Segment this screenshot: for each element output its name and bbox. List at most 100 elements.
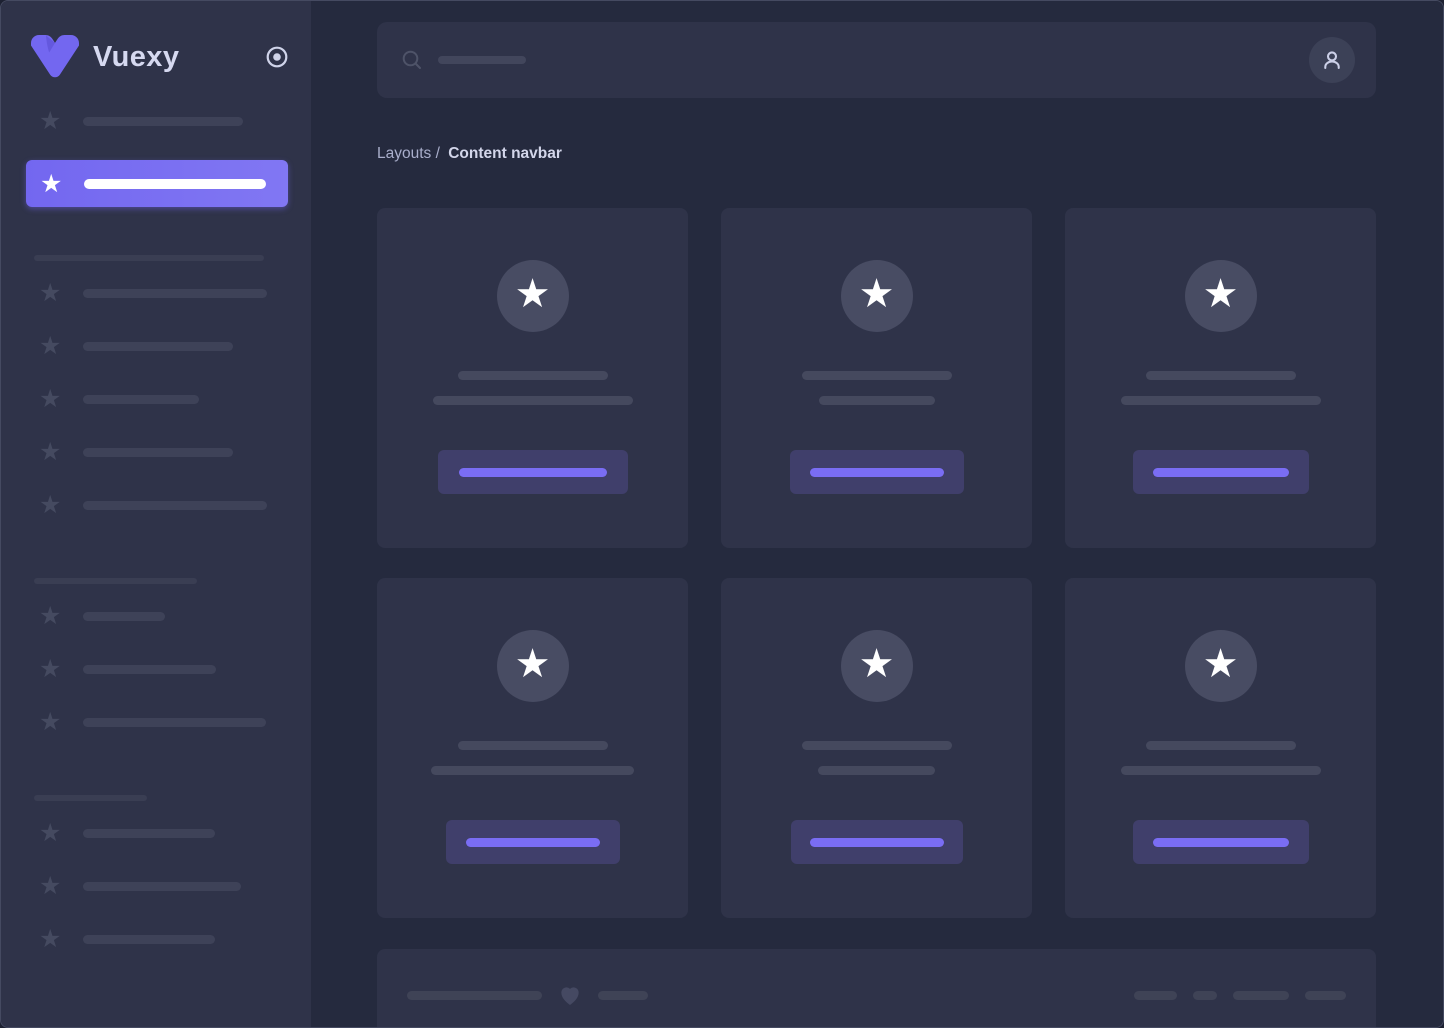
heart-icon [557,982,583,1008]
star-icon: ★ [39,709,67,735]
card-button-label-skeleton [459,468,607,477]
top-navbar [377,22,1376,98]
star-icon: ★ [39,333,67,359]
card-title-skeleton [802,371,952,380]
footer-text-skeleton [598,991,648,1000]
user-avatar-button[interactable] [1309,37,1355,83]
card-button[interactable] [790,450,964,494]
demo-card: ★ [1065,578,1376,918]
star-icon: ★ [39,108,67,134]
sidebar-item[interactable]: ★ [39,708,287,736]
star-icon: ★ [40,171,68,197]
footer-text-skeleton [407,991,542,1000]
star-icon: ★ [859,644,895,684]
demo-card: ★ [377,208,688,548]
demo-card: ★ [721,578,1032,918]
app-viewport: Vuexy ★ ★ ★ ★ ★ [0,0,1444,1028]
breadcrumb-page: Content navbar [448,145,562,162]
brand-title: Vuexy [93,41,179,74]
card-subtitle-skeleton [433,396,633,405]
sidebar-section: ★ ★ ★ [1,578,311,736]
card-avatar-circle: ★ [497,260,569,332]
star-icon: ★ [515,644,551,684]
card-subtitle-skeleton [1121,396,1321,405]
footer-link-skeleton[interactable] [1193,991,1217,1000]
sidebar-section: ★ ★ ★ ★ ★ [1,255,311,519]
person-icon [1319,47,1345,73]
sidebar-item[interactable]: ★ [39,602,287,630]
card-button[interactable] [446,820,620,864]
footer-link-skeleton[interactable] [1134,991,1177,1000]
breadcrumb-separator: / [436,145,440,162]
sidebar-item-label-skeleton [83,448,233,457]
card-title-skeleton [458,371,608,380]
sidebar-section-items: ★ ★ ★ [1,819,311,953]
sidebar-item-label-skeleton [83,935,215,944]
footer-links [1134,991,1346,1000]
card-avatar-circle: ★ [497,630,569,702]
card-title-skeleton [802,741,952,750]
footer-link-skeleton[interactable] [1233,991,1289,1000]
card-subtitle-skeleton [819,396,935,405]
card-avatar-circle: ★ [1185,260,1257,332]
sidebar-item-label-skeleton [83,501,267,510]
card-avatar-circle: ★ [1185,630,1257,702]
card-button-label-skeleton [1153,468,1289,477]
star-icon: ★ [39,926,67,952]
card-button[interactable] [1133,450,1309,494]
sidebar-section-heading-skeleton [34,578,197,584]
sidebar-item[interactable]: ★ [39,279,287,307]
star-icon: ★ [39,820,67,846]
demo-card: ★ [721,208,1032,548]
sidebar-sections: ★ ★ ★ ★ ★ ★ ★ ★ ★ ★ ★ [1,255,311,953]
sidebar-section-items: ★ ★ ★ [1,602,311,736]
sidebar-item-label-skeleton [83,829,215,838]
sidebar-section: ★ ★ ★ [1,795,311,953]
breadcrumb-section[interactable]: Layouts [377,145,431,162]
sidebar-item[interactable]: ★ [39,819,287,847]
sidebar-item[interactable]: ★ [39,332,287,360]
card-button-label-skeleton [466,838,600,847]
card-subtitle-skeleton [1121,766,1321,775]
breadcrumb: Layouts / Content navbar [377,145,1376,163]
card-button-label-skeleton [810,468,944,477]
sidebar-item-label-skeleton [83,289,267,298]
vuexy-logo-icon[interactable] [29,35,81,79]
sidebar-item[interactable]: ★ [39,872,287,900]
sidebar-item-active[interactable]: ★ [26,160,288,207]
star-icon: ★ [1203,644,1239,684]
card-button[interactable] [438,450,628,494]
sidebar-item[interactable]: ★ [39,385,287,413]
sidebar-nav: ★ ★ ★ ★ ★ ★ ★ ★ ★ ★ [1,107,311,953]
card-subtitle-skeleton [431,766,634,775]
sidebar-item[interactable]: ★ [39,655,287,683]
sidebar: Vuexy ★ ★ ★ ★ ★ [1,1,311,1027]
menu-pin-toggle-icon[interactable] [265,45,289,69]
sidebar-item[interactable]: ★ [39,491,287,519]
star-icon: ★ [39,439,67,465]
sidebar-item[interactable]: ★ [39,107,287,135]
card-subtitle-skeleton [818,766,935,775]
sidebar-item-label-skeleton [83,718,266,727]
star-icon: ★ [39,603,67,629]
sidebar-item-label-skeleton [83,117,243,126]
sidebar-item[interactable]: ★ [39,925,287,953]
footer-left [407,982,648,1008]
footer-link-skeleton[interactable] [1305,991,1346,1000]
card-button[interactable] [791,820,963,864]
star-icon: ★ [39,873,67,899]
sidebar-item-label-skeleton [84,179,266,189]
card-button-label-skeleton [1153,838,1289,847]
search-input[interactable] [401,49,1309,71]
card-button[interactable] [1133,820,1309,864]
star-icon: ★ [39,280,67,306]
star-icon: ★ [1203,274,1239,314]
card-button-label-skeleton [810,838,944,847]
sidebar-item-label-skeleton [83,665,216,674]
sidebar-item-label-skeleton [83,395,199,404]
main-content: Layouts / Content navbar ★ ★ ★ [311,1,1443,1027]
sidebar-section-heading-skeleton [34,795,147,801]
sidebar-item-label-skeleton [83,342,233,351]
card-title-skeleton [1146,371,1296,380]
sidebar-item[interactable]: ★ [39,438,287,466]
